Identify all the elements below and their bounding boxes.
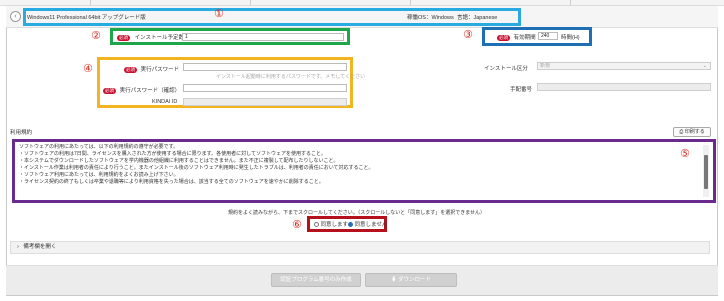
download-icon: ⬇ <box>390 277 397 283</box>
install-type-value: 新規 <box>540 63 551 69</box>
password-confirm-label: 実行パスワード（確認） <box>119 88 181 94</box>
marker-5: ⑤ <box>680 147 690 160</box>
back-circle-icon[interactable]: ‹ <box>10 11 21 22</box>
download-button-label: ダウンロード <box>398 277 432 283</box>
procedure-number-field <box>537 83 711 91</box>
download-button[interactable]: ⬇ ダウンロード <box>365 273 457 287</box>
agree-no-label: 同意しません <box>354 222 388 228</box>
install-planned-label-wrap: 必須 インストール予定数 <box>117 33 184 41</box>
chevron-right-icon: › <box>17 244 19 250</box>
radio-selected-icon <box>348 222 353 228</box>
validity-label-wrap: 必須 有効期間 <box>497 33 536 41</box>
radio-icon <box>314 222 319 228</box>
password-label: 実行パスワード <box>140 67 180 73</box>
marker-1: ① <box>214 7 224 20</box>
notes-toggle[interactable]: › 備考欄を開く <box>10 241 710 254</box>
required-badge: 必須 <box>124 67 137 73</box>
validity-unit: 時間(H) <box>561 35 580 41</box>
install-type-select[interactable]: 新規 ⌄ <box>537 62 711 70</box>
required-badge: 必須 <box>117 35 130 41</box>
validity-label: 有効期間 <box>513 35 536 41</box>
chevron-down-icon: ⌄ <box>702 63 707 69</box>
required-badge: 必須 <box>103 88 116 94</box>
agree-radio-no[interactable]: 同意しません <box>348 220 387 228</box>
password-confirm-input[interactable] <box>183 84 347 92</box>
password-confirm-label-wrap: 必須 実行パスワード（確認） <box>103 86 180 94</box>
required-badge: 必須 <box>497 35 510 41</box>
password-input[interactable] <box>183 63 347 71</box>
password-hint: インストール起動時に利用するパスワードです。メモしてください <box>216 74 366 80</box>
terms-title: 利用規約 <box>10 130 33 136</box>
print-icon: ⎙ <box>679 129 684 135</box>
create-auth-number-button[interactable]: 認証プログラム番号のみ作成 <box>271 273 361 287</box>
print-button[interactable]: ⎙ 印刷する <box>673 127 711 137</box>
highlight-box-5 <box>12 139 716 203</box>
install-planned-input[interactable]: 1 <box>182 33 344 41</box>
agree-radio-yes[interactable]: 同意します <box>314 220 348 228</box>
agree-yes-label: 同意します <box>320 222 349 228</box>
highlight-box-1 <box>23 8 521 26</box>
password-label-wrap: 必須 実行パスワード <box>124 65 179 73</box>
notes-toggle-label: 備考欄を開く <box>23 244 57 250</box>
install-planned-label: インストール予定数 <box>134 35 185 41</box>
print-button-label: 印刷する <box>684 129 705 135</box>
marker-6: ⑥ <box>292 218 302 231</box>
agree-instruction: 規約をよく読みながら、下までスクロールしてください。（スクロールしないと「同意し… <box>228 210 486 216</box>
kindai-id-field <box>183 98 347 106</box>
procedure-number-label: 手配番号 <box>510 87 533 93</box>
marker-4: ④ <box>83 62 93 75</box>
marker-3: ③ <box>463 28 473 41</box>
marker-2: ② <box>91 29 101 42</box>
validity-input[interactable]: 240 <box>538 32 558 40</box>
bottom-bar <box>6 265 718 295</box>
kindai-id-label: KINDAI ID <box>152 99 178 105</box>
install-type-label: インストール区分 <box>484 66 528 72</box>
